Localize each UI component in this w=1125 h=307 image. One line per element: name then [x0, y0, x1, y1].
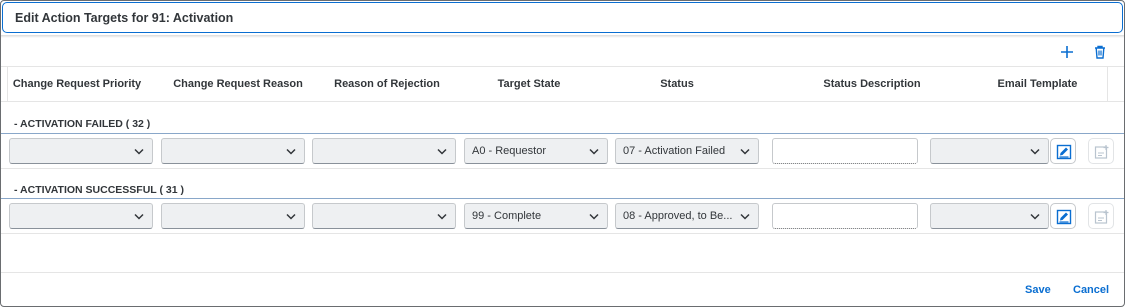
status-select-value: 07 - Activation Failed [623, 145, 726, 157]
group-header-activation-failed[interactable]: - ACTIVATION FAILED ( 32 ) [14, 118, 150, 130]
status-description-input[interactable] [772, 203, 918, 229]
chevron-down-icon [286, 213, 296, 220]
edit-template-button[interactable] [1050, 203, 1076, 229]
group-divider [1, 198, 1124, 199]
chevron-down-icon [134, 148, 144, 155]
column-header-rejection[interactable]: Reason of Rejection [313, 78, 461, 90]
footer-divider [1, 272, 1124, 273]
rejection-select[interactable] [312, 203, 456, 229]
row-divider [1, 168, 1124, 169]
column-header-status-description[interactable]: Status Description [771, 78, 973, 90]
edit-template-button[interactable] [1050, 138, 1076, 164]
edit-template-icon [1056, 209, 1072, 225]
group-divider [1, 133, 1124, 134]
email-template-select[interactable] [930, 138, 1049, 164]
reason-select[interactable] [161, 138, 305, 164]
chevron-down-icon [1030, 148, 1040, 155]
column-separator [1107, 66, 1108, 102]
rejection-select[interactable] [312, 138, 456, 164]
chevron-down-icon [286, 148, 296, 155]
status-select[interactable]: 08 - Approved, to Be... [615, 203, 759, 229]
dialog-title: Edit Action Targets for 91: Activation [15, 11, 234, 25]
target-state-select[interactable]: 99 - Complete [464, 203, 608, 229]
edit-template-icon [1056, 144, 1072, 160]
add-template-icon [1094, 145, 1109, 159]
chevron-down-icon [1030, 213, 1040, 220]
add-template-icon [1094, 210, 1109, 224]
status-select-value: 08 - Approved, to Be... [623, 210, 733, 222]
target-state-select-value: 99 - Complete [472, 210, 542, 222]
chevron-down-icon [437, 213, 447, 220]
column-separator [7, 66, 8, 102]
chevron-down-icon [437, 148, 447, 155]
column-header-target-state[interactable]: Target State [464, 78, 594, 90]
row-divider [1, 233, 1124, 234]
title-divider [1, 35, 1124, 38]
group-header-activation-successful[interactable]: - ACTIVATION SUCCESSFUL ( 31 ) [14, 184, 184, 196]
trash-icon[interactable] [1091, 43, 1109, 61]
plus-icon[interactable] [1058, 43, 1076, 61]
status-select[interactable]: 07 - Activation Failed [615, 138, 759, 164]
priority-select[interactable] [9, 138, 153, 164]
column-header-status[interactable]: Status [614, 78, 740, 90]
chevron-down-icon [740, 148, 750, 155]
edit-action-targets-dialog: Edit Action Targets for 91: Activation C… [0, 0, 1125, 307]
add-template-button[interactable] [1088, 138, 1114, 164]
target-state-select-value: A0 - Requestor [472, 145, 546, 157]
add-template-button[interactable] [1088, 203, 1114, 229]
column-header-priority[interactable]: Change Request Priority [9, 78, 145, 90]
cancel-button[interactable]: Cancel [1073, 284, 1109, 296]
email-template-select[interactable] [930, 203, 1049, 229]
chevron-down-icon [740, 213, 750, 220]
chevron-down-icon [589, 213, 599, 220]
target-state-select[interactable]: A0 - Requestor [464, 138, 608, 164]
reason-select[interactable] [161, 203, 305, 229]
column-header-email-template[interactable]: Email Template [971, 78, 1104, 90]
priority-select[interactable] [9, 203, 153, 229]
save-button[interactable]: Save [1025, 284, 1051, 296]
dialog-title-bar: Edit Action Targets for 91: Activation [2, 2, 1123, 33]
chevron-down-icon [589, 148, 599, 155]
chevron-down-icon [134, 213, 144, 220]
status-description-input[interactable] [772, 138, 918, 164]
column-header-reason[interactable]: Change Request Reason [161, 78, 315, 90]
